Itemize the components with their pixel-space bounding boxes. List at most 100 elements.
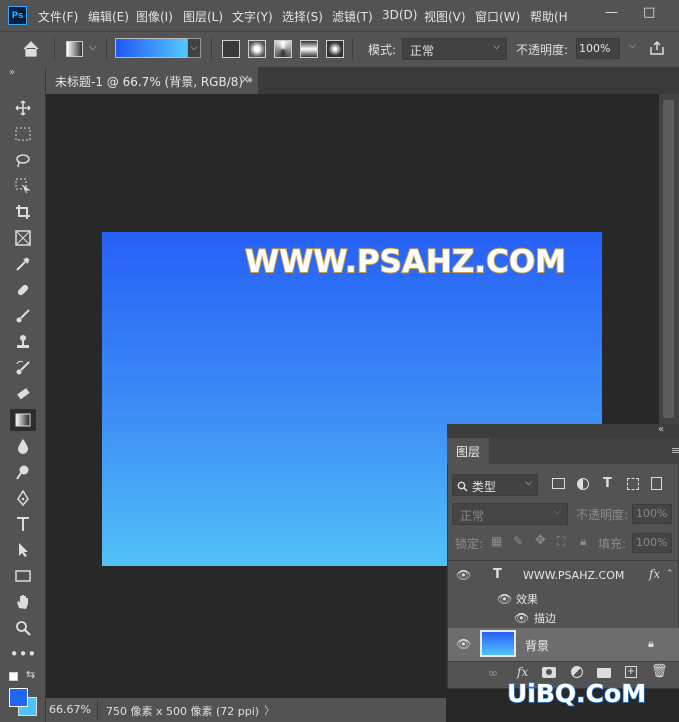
gradient-tool-preset-icon[interactable] <box>66 41 83 57</box>
menu-filter[interactable]: 滤镜(T) <box>332 8 373 25</box>
filter-smart-object-icon[interactable] <box>651 477 662 490</box>
mode-select[interactable]: 正常 ⌵ <box>402 38 507 60</box>
canvas-text-layer[interactable]: WWW.PSAHZ.COM <box>244 243 567 281</box>
blend-mode-select[interactable]: 正常 ⌵ <box>452 503 568 525</box>
maximize-button[interactable]: □ <box>643 5 655 20</box>
lock-all-icon[interactable]: 🔒︎ <box>580 534 586 549</box>
gradient-picker[interactable] <box>115 38 188 58</box>
brush-tool-icon[interactable] <box>10 305 36 327</box>
collapse-effects-icon[interactable]: ⌃ <box>666 569 674 579</box>
gradient-tool-icon[interactable] <box>10 409 36 431</box>
more-tools-icon[interactable]: ••• <box>10 643 37 665</box>
default-colors-icon[interactable] <box>9 672 18 681</box>
chevron-down-icon[interactable]: ⌵ <box>629 41 636 51</box>
pen-tool-icon[interactable] <box>10 487 36 509</box>
visibility-eye-icon[interactable]: 👁︎ <box>456 568 471 582</box>
share-icon[interactable] <box>649 40 665 59</box>
hand-tool-icon[interactable] <box>10 591 36 613</box>
lock-pixels-icon[interactable]: ✎ <box>513 534 523 548</box>
filter-pixel-layer-icon[interactable] <box>552 478 565 489</box>
stroke-effect-label[interactable]: 描边 <box>534 610 556 626</box>
document-tab[interactable]: 未标题-1 @ 66.7% (背景, RGB/8) * × <box>46 67 258 94</box>
link-layers-icon[interactable]: ∞ <box>488 666 498 680</box>
new-layer-icon[interactable]: + <box>625 666 637 678</box>
layers-tab[interactable]: 图层 <box>447 438 489 464</box>
crop-tool-icon[interactable] <box>10 201 36 223</box>
visibility-eye-icon[interactable]: 👁︎ <box>514 611 529 625</box>
status-menu-arrow-icon[interactable]: 〉 <box>264 702 275 718</box>
menu-3d[interactable]: 3D(D) <box>382 8 417 22</box>
eyedropper-tool-icon[interactable] <box>10 253 36 275</box>
filter-shape-layer-icon[interactable] <box>627 478 639 490</box>
menu-image[interactable]: 图像(I) <box>136 8 173 25</box>
lock-artboard-icon[interactable]: ⛶ <box>557 534 565 549</box>
opacity-input[interactable]: 100% <box>576 38 620 59</box>
clone-stamp-tool-icon[interactable] <box>10 331 36 353</box>
type-tool-icon[interactable] <box>10 513 36 535</box>
eraser-tool-icon[interactable] <box>10 383 36 405</box>
visibility-eye-icon[interactable]: 👁︎ <box>456 637 471 651</box>
menu-window[interactable]: 窗口(W) <box>475 8 520 25</box>
close-tab-icon[interactable]: × <box>240 72 250 86</box>
linear-gradient-button[interactable] <box>222 40 240 58</box>
chevron-down-icon: ⌵ <box>554 507 561 517</box>
new-adjustment-layer-icon[interactable] <box>571 666 583 678</box>
menu-help[interactable]: 帮助(H <box>530 8 568 25</box>
lasso-tool-icon[interactable] <box>10 149 36 171</box>
blur-tool-icon[interactable] <box>10 435 36 457</box>
dodge-tool-icon[interactable] <box>10 461 36 483</box>
path-selection-tool-icon[interactable] <box>10 539 36 561</box>
fill-input[interactable]: 100% <box>632 533 672 553</box>
layer-effects-fx-icon[interactable]: fx <box>649 567 660 581</box>
layer-opacity-input[interactable]: 100% <box>632 504 672 524</box>
object-selection-tool-icon[interactable] <box>10 175 36 197</box>
menu-edit[interactable]: 编辑(E) <box>88 8 129 25</box>
menu-select[interactable]: 选择(S) <box>282 8 323 25</box>
history-brush-tool-icon[interactable] <box>10 357 36 379</box>
lock-transparency-icon[interactable]: ▦ <box>491 534 502 548</box>
layers-tab-label: 图层 <box>456 445 481 459</box>
blend-mode-value: 正常 <box>460 509 485 523</box>
visibility-eye-icon[interactable]: 👁︎ <box>497 592 512 606</box>
menu-view[interactable]: 视图(V) <box>424 8 466 25</box>
layer-name[interactable]: 背景 <box>525 637 549 654</box>
scrollbar-thumb[interactable] <box>663 100 674 418</box>
home-icon[interactable] <box>22 40 40 61</box>
zoom-tool-icon[interactable] <box>10 617 36 639</box>
healing-brush-tool-icon[interactable] <box>10 279 36 301</box>
layer-name[interactable]: WWW.PSAHZ.COM <box>523 569 624 582</box>
reflected-gradient-button[interactable] <box>300 40 318 58</box>
menu-file[interactable]: 文件(F) <box>38 8 78 25</box>
mode-label: 模式: <box>368 43 397 57</box>
lock-position-icon[interactable]: ✥ <box>535 533 546 548</box>
chevron-down-icon[interactable]: ⌵ <box>89 42 97 53</box>
marquee-tool-icon[interactable] <box>10 123 36 145</box>
angle-gradient-button[interactable] <box>274 40 292 58</box>
zoom-level[interactable]: 66.67% <box>49 703 91 716</box>
text-layer-thumbnail-icon: T <box>493 567 502 582</box>
rectangle-tool-icon[interactable] <box>10 565 36 587</box>
frame-tool-icon[interactable] <box>10 227 36 249</box>
layers-tab-row <box>489 438 679 464</box>
collapse-double-arrow-icon[interactable]: » <box>9 67 15 78</box>
filter-adjustment-layer-icon[interactable] <box>577 478 589 490</box>
gradient-dropdown-arrow[interactable]: ⌵ <box>187 38 201 58</box>
menu-type[interactable]: 文字(Y) <box>232 8 273 25</box>
foreground-color-swatch[interactable] <box>9 688 28 707</box>
swap-colors-icon[interactable]: ⇆ <box>26 668 35 681</box>
radial-gradient-button[interactable] <box>248 40 266 58</box>
panel-menu-icon[interactable]: ≡ <box>671 444 679 457</box>
menu-layer[interactable]: 图层(L) <box>183 8 223 25</box>
lock-icon: 🔒︎ <box>648 637 654 650</box>
new-group-folder-icon[interactable] <box>597 668 611 678</box>
filter-type-layer-icon[interactable]: T <box>603 476 612 491</box>
add-mask-icon[interactable] <box>542 667 556 678</box>
minimize-button[interactable]: — <box>605 5 618 20</box>
opacity-label: 不透明度: <box>516 43 569 57</box>
delete-layer-trash-icon[interactable]: 🗑︎ <box>651 664 668 679</box>
move-tool-icon[interactable] <box>10 97 36 119</box>
layer-filter-select[interactable]: 类型 ⌵ <box>452 474 538 496</box>
diamond-gradient-button[interactable] <box>326 40 344 58</box>
add-layer-style-icon[interactable]: fx <box>517 665 528 679</box>
collapse-panel-icon[interactable]: « <box>658 424 664 435</box>
